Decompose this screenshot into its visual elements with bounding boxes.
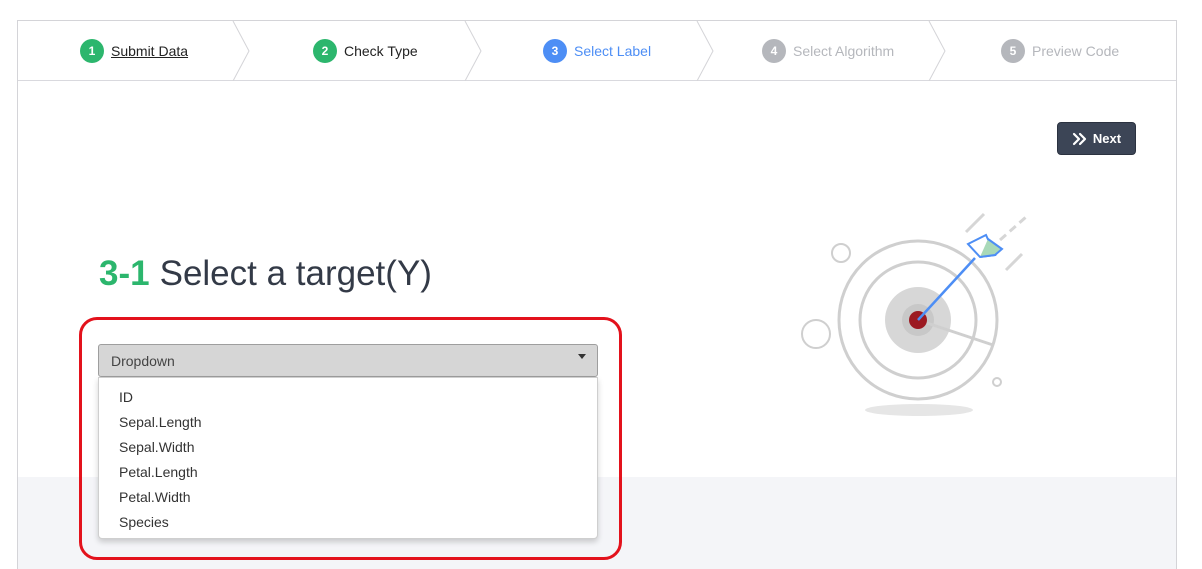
section-title-text: Select a target(Y) xyxy=(159,254,432,293)
next-button[interactable]: Next xyxy=(1057,122,1136,155)
step-number-badge: 1 xyxy=(80,39,104,63)
dropdown-option-sepal-width[interactable]: Sepal.Width xyxy=(99,434,597,459)
step-submit-data[interactable]: 1 Submit Data xyxy=(80,21,188,81)
step-separator-icon xyxy=(232,21,250,81)
step-select-label[interactable]: 3 Select Label xyxy=(543,21,651,81)
dropdown-menu: ID Sepal.Length Sepal.Width Petal.Length… xyxy=(98,377,598,539)
target-dropdown[interactable]: Dropdown xyxy=(98,344,598,377)
step-select-algorithm: 4 Select Algorithm xyxy=(762,21,894,81)
step-separator-icon xyxy=(696,21,714,81)
section-number: 3-1 xyxy=(99,254,150,293)
dropdown-option-petal-width[interactable]: Petal.Width xyxy=(99,484,597,509)
step-preview-code: 5 Preview Code xyxy=(1001,21,1119,81)
step-separator-icon xyxy=(464,21,482,81)
step-separator-icon xyxy=(928,21,946,81)
step-label: Select Label xyxy=(574,43,652,59)
step-number-badge: 3 xyxy=(543,39,567,63)
step-check-type[interactable]: 2 Check Type xyxy=(313,21,418,81)
wizard-stepper: 1 Submit Data 2 Check Type 3 Select Labe… xyxy=(18,21,1176,81)
step-number-badge: 2 xyxy=(313,39,337,63)
dropdown-option-species[interactable]: Species xyxy=(99,509,597,534)
next-button-label: Next xyxy=(1092,131,1122,146)
caret-down-icon xyxy=(578,354,586,359)
dropdown-option-id[interactable]: ID xyxy=(99,384,597,409)
section-title: 3-1 Select a target(Y) xyxy=(99,254,432,294)
step-label: Check Type xyxy=(344,43,418,59)
target-illustration-icon xyxy=(801,212,1027,416)
step-number-badge: 4 xyxy=(762,39,786,63)
step-label: Select Algorithm xyxy=(793,43,895,59)
step-number-badge: 5 xyxy=(1001,39,1025,63)
double-chevron-right-icon xyxy=(1072,132,1087,145)
dropdown-option-petal-length[interactable]: Petal.Length xyxy=(99,459,597,484)
step-label[interactable]: Submit Data xyxy=(111,43,188,59)
dropdown-option-sepal-length[interactable]: Sepal.Length xyxy=(99,409,597,434)
dropdown-selected-value: Dropdown xyxy=(111,352,175,369)
step-label: Preview Code xyxy=(1032,43,1120,59)
